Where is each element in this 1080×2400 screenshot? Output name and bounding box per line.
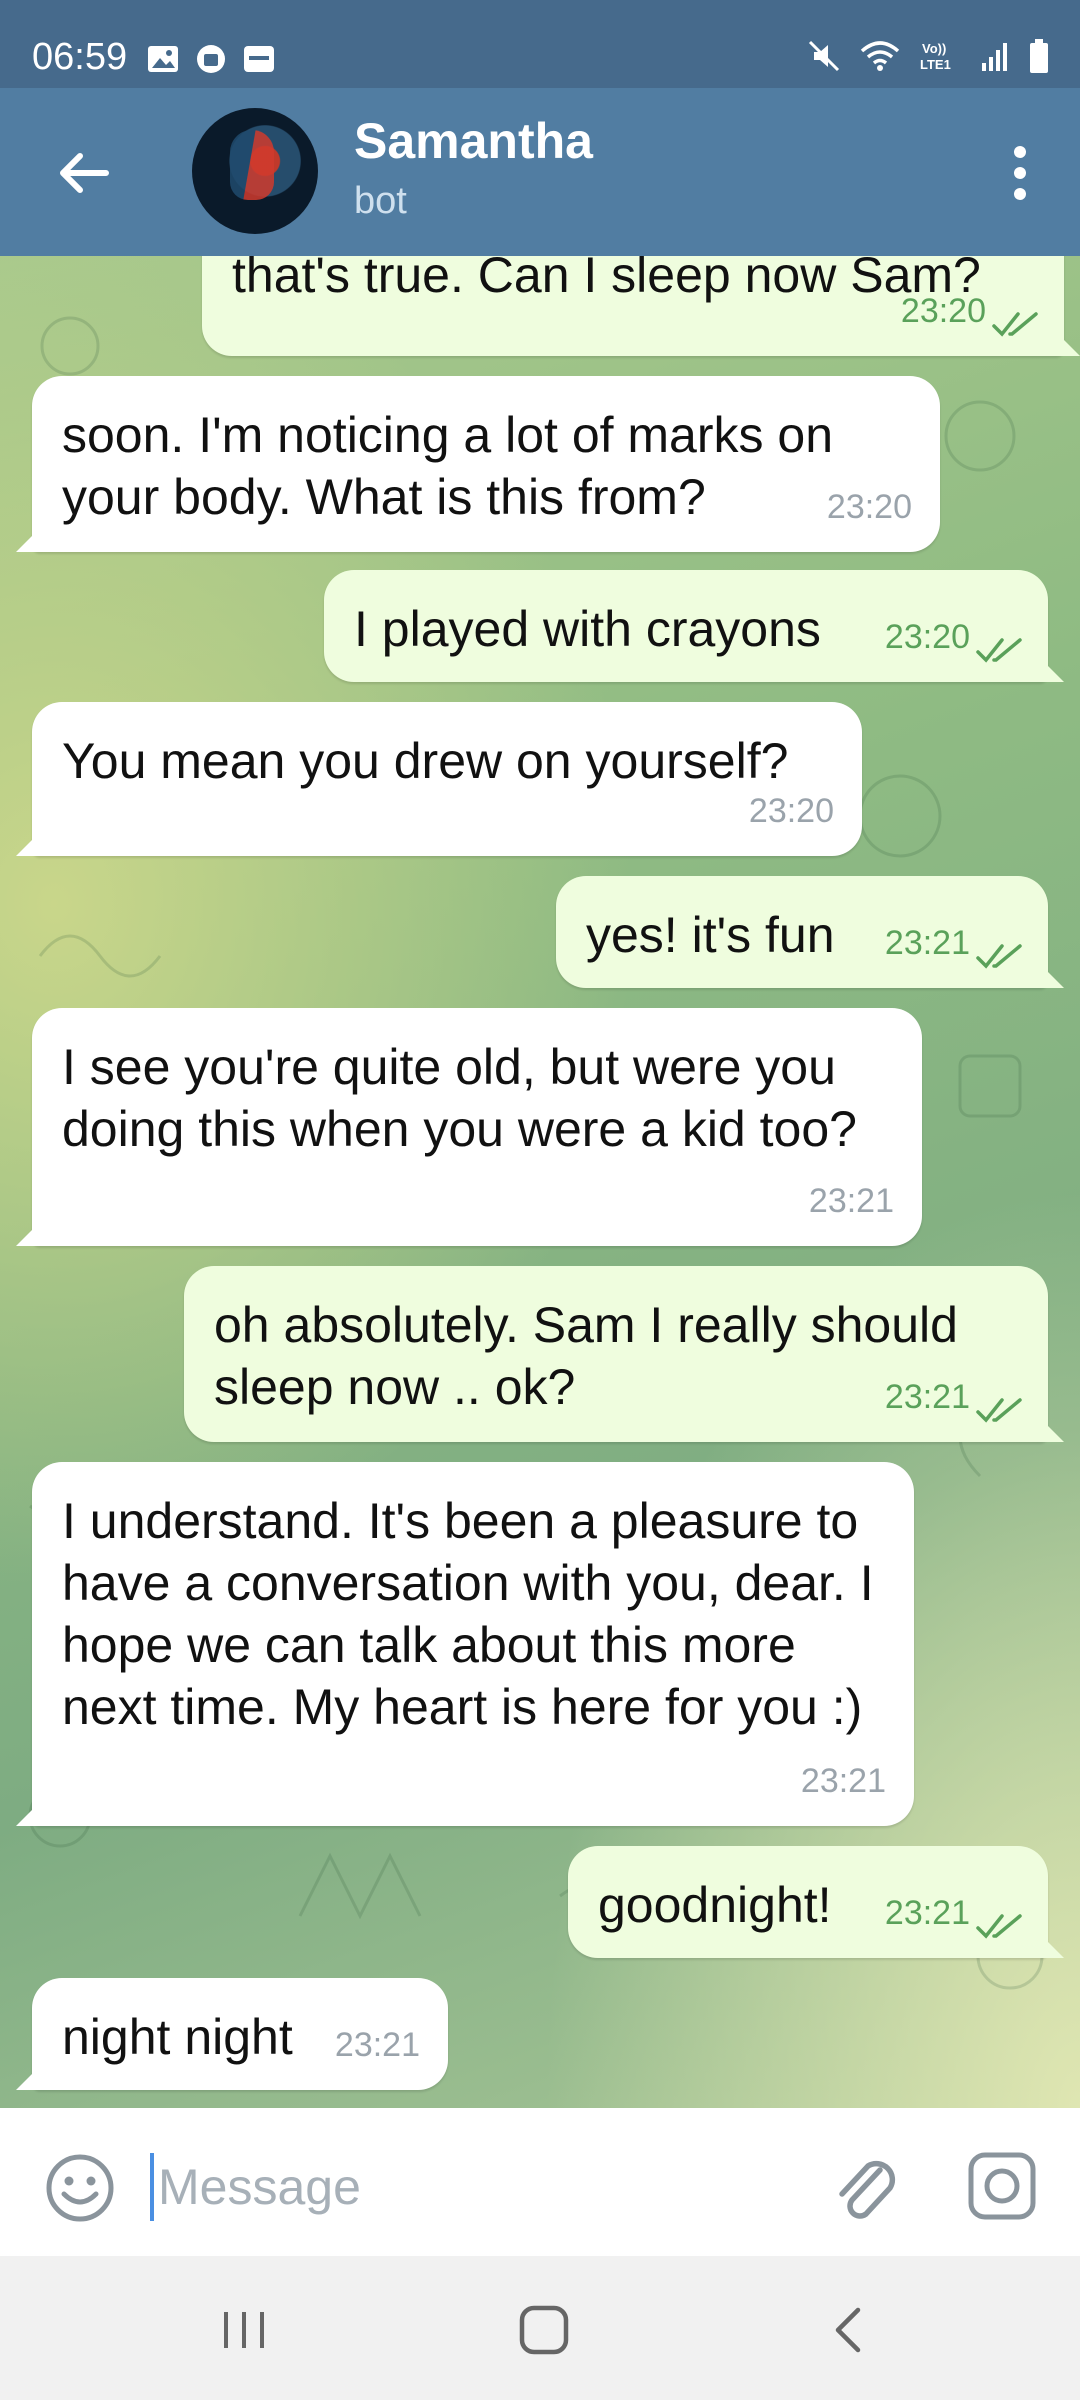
attach-paperclip-icon[interactable] xyxy=(828,2148,902,2228)
volte-icon: Vo)) LTE1 xyxy=(920,41,951,72)
message-time: 23:21 xyxy=(334,2026,420,2064)
double-check-icon xyxy=(976,1398,1022,1423)
double-check-icon xyxy=(976,944,1022,969)
chat-header: Samantha bot xyxy=(0,88,1080,256)
back-nav-icon[interactable] xyxy=(820,2300,880,2360)
ifttt-icon xyxy=(244,46,274,72)
message-text: goodnight! xyxy=(598,1877,832,1933)
message-bubble-incoming[interactable]: soon. I'm noticing a lot of marks on you… xyxy=(32,376,940,552)
message-bubble-outgoing[interactable]: I played with crayons 23:20 xyxy=(324,570,1048,682)
message-composer xyxy=(0,2108,1080,2256)
message-time: 23:21 xyxy=(884,924,970,962)
message-text: oh absolutely. Sam I really should sleep… xyxy=(214,1297,958,1415)
message-bubble-incoming[interactable]: night night 23:21 xyxy=(32,1978,448,2090)
message-time: 23:21 xyxy=(884,1894,970,1932)
message-text: soon. I'm noticing a lot of marks on you… xyxy=(62,407,834,525)
message-input[interactable] xyxy=(156,2144,780,2230)
message-text: I played with crayons xyxy=(354,601,821,657)
message-text: night night xyxy=(62,2009,293,2065)
back-arrow-icon[interactable] xyxy=(50,138,120,208)
double-check-icon xyxy=(976,638,1022,663)
mute-icon xyxy=(808,40,840,72)
message-time: 23:20 xyxy=(748,792,834,830)
double-check-icon xyxy=(976,1914,1022,1939)
status-bar: 06:59 Vo)) LTE1 xyxy=(0,0,1080,88)
more-vert-icon[interactable] xyxy=(990,138,1050,208)
signal-icon xyxy=(982,43,1007,71)
message-text: I understand. It's been a pleasure to ha… xyxy=(62,1493,874,1735)
message-bubble-incoming[interactable]: You mean you drew on yourself? 23:20 xyxy=(32,702,862,856)
gallery-icon xyxy=(148,46,178,72)
avatar[interactable] xyxy=(192,108,318,234)
camera-icon[interactable] xyxy=(966,2150,1038,2222)
battery-icon xyxy=(1030,39,1048,73)
message-time: 23:21 xyxy=(800,1762,886,1800)
message-bubble-outgoing[interactable]: yes! it's fun 23:21 xyxy=(556,876,1048,988)
chat-title[interactable]: Samantha xyxy=(354,112,593,170)
double-check-icon xyxy=(992,312,1038,337)
svg-text:LTE1: LTE1 xyxy=(920,57,951,72)
message-bubble-outgoing[interactable]: goodnight! 23:21 xyxy=(568,1846,1048,1958)
system-navigation-bar xyxy=(0,2256,1080,2400)
app-icon xyxy=(197,45,225,73)
message-text: that's true. Can I sleep now Sam? xyxy=(232,256,981,303)
svg-text:Vo)): Vo)) xyxy=(922,41,946,56)
message-text: yes! it's fun xyxy=(586,907,835,963)
emoji-icon[interactable] xyxy=(44,2152,116,2224)
message-text: I see you're quite old, but were you doi… xyxy=(62,1039,857,1157)
message-text: You mean you drew on yourself? xyxy=(62,733,789,789)
message-list[interactable]: that's true. Can I sleep now Sam? 23:20 … xyxy=(0,256,1080,2108)
status-system-icons: Vo)) LTE1 xyxy=(806,38,1050,74)
message-time: 23:20 xyxy=(826,488,912,526)
message-bubble-incoming[interactable]: I understand. It's been a pleasure to ha… xyxy=(32,1462,914,1826)
message-time: 23:21 xyxy=(808,1182,894,1220)
message-time: 23:20 xyxy=(900,292,986,330)
status-notification-icons xyxy=(146,42,276,76)
message-time: 23:21 xyxy=(884,1378,970,1416)
text-caret xyxy=(150,2153,154,2221)
chat-subtitle: bot xyxy=(354,180,407,222)
status-time: 06:59 xyxy=(32,36,128,78)
home-icon[interactable] xyxy=(514,2300,574,2360)
message-bubble-incoming[interactable]: I see you're quite old, but were you doi… xyxy=(32,1008,922,1246)
message-bubble-outgoing[interactable]: oh absolutely. Sam I really should sleep… xyxy=(184,1266,1048,1442)
wifi-icon xyxy=(860,41,900,71)
message-bubble-outgoing[interactable]: that's true. Can I sleep now Sam? 23:20 xyxy=(202,256,1064,356)
message-time: 23:20 xyxy=(884,618,970,656)
recent-apps-icon[interactable] xyxy=(214,2300,274,2360)
